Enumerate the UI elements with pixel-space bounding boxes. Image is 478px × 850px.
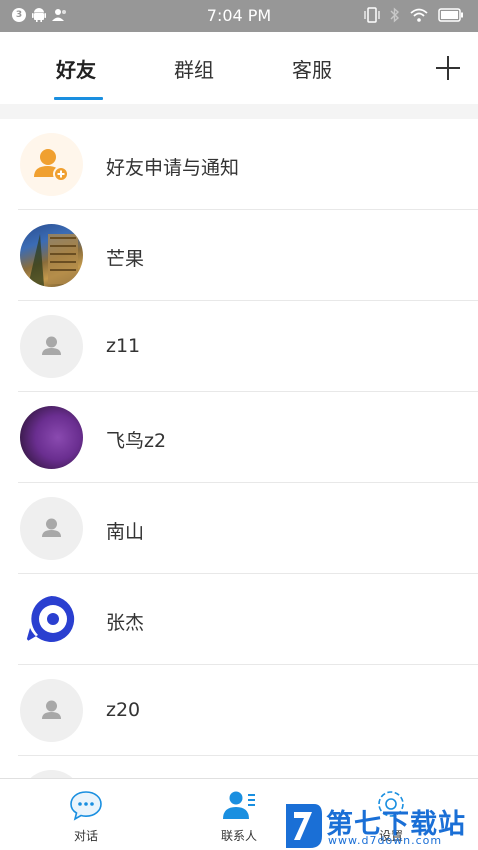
status-bar: 3 7:04 PM — [0, 0, 478, 32]
list-item-label: z11 — [106, 335, 141, 357]
chat-bubble-icon — [70, 791, 102, 821]
nav-chat-label: 对话 — [73, 829, 98, 843]
watermark-logo — [286, 804, 322, 848]
watermark: 第七下载站 www.d7down.com — [284, 798, 474, 850]
list-item-contact[interactable]: 张杰 — [0, 574, 478, 665]
list-item-contact[interactable]: 飞鸟z2 — [0, 392, 478, 483]
list-item-contact[interactable]: z20 — [0, 665, 478, 756]
tab-service[interactable]: 客服 — [292, 54, 332, 83]
list-item-label: 南山 — [106, 521, 145, 543]
plus-icon[interactable] — [434, 54, 462, 82]
active-tab-indicator — [54, 97, 103, 100]
app-screen: 3 7:04 PM 好友 群组 客服 好友申请与通知 芒果 z11 飞鸟z2 南… — [0, 0, 478, 850]
list-item-contact[interactable]: 南山 — [0, 483, 478, 574]
section-divider — [0, 104, 478, 119]
wifi-icon — [410, 8, 428, 22]
list-item-label: z20 — [106, 699, 141, 721]
list-item-label: 张杰 — [106, 612, 145, 634]
list-item-friend-requests[interactable]: 好友申请与通知 — [0, 119, 478, 210]
top-tab-bar: 好友 群组 客服 — [0, 32, 478, 104]
friend-request-icon — [20, 133, 83, 196]
list-item-label: 芒果 — [106, 248, 145, 270]
nav-contacts[interactable]: 联系人 — [199, 787, 279, 844]
default-user-icon — [20, 315, 83, 378]
bluetooth-icon — [390, 7, 400, 23]
vibrate-icon — [364, 7, 380, 23]
contacts-icon — [223, 791, 255, 819]
nav-chat[interactable]: 对话 — [46, 787, 126, 844]
contact-list: 好友申请与通知 芒果 z11 飞鸟z2 南山 张杰 z20 — [0, 119, 478, 833]
chat-logo — [20, 588, 83, 651]
default-user-icon — [20, 497, 83, 560]
list-item-label: 飞鸟z2 — [106, 430, 167, 452]
list-item-contact[interactable]: z11 — [0, 301, 478, 392]
avatar — [20, 224, 83, 287]
list-item-label: 好友申请与通知 — [106, 157, 240, 179]
list-item-contact[interactable]: 芒果 — [0, 210, 478, 301]
tab-groups[interactable]: 群组 — [174, 54, 214, 83]
default-user-icon — [20, 679, 83, 742]
battery-icon — [438, 8, 463, 22]
avatar — [20, 406, 83, 469]
nav-contacts-label: 联系人 — [220, 829, 257, 843]
tab-friends[interactable]: 好友 — [56, 54, 96, 83]
watermark-url: www.d7down.com — [328, 834, 443, 847]
status-right — [364, 7, 464, 23]
